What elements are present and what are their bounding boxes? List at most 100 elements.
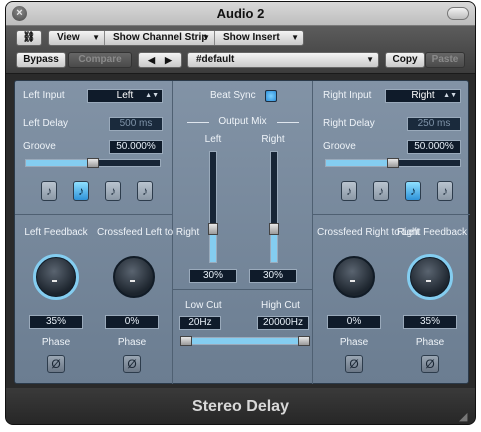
show-channel-strip-menu[interactable]: Show Channel Strip ▼ [105,31,215,45]
previous-preset-button[interactable]: ◀ [148,55,155,65]
left-phase-label: Phase [41,337,71,348]
left-note-button-1[interactable]: ♪ [41,181,57,201]
knob-ring [407,254,453,300]
show-insert-label: Show Insert [223,32,280,43]
right-note-button-2[interactable]: ♪ [373,181,389,201]
high-cut-thumb[interactable] [298,336,310,346]
view-menu[interactable]: View ▼ [49,31,105,45]
right-feedback-label: Right Feedback [397,227,468,238]
right-phase-label: Phase [415,337,445,348]
high-cut-field[interactable]: 20000Hz [257,316,309,330]
slider-thumb[interactable] [387,158,399,168]
output-left-field[interactable]: 30% [189,269,237,283]
slider-fill [26,160,93,166]
right-groove-label: Groove [323,141,356,152]
knob-marker [52,280,57,282]
right-input-value: Right [411,90,435,101]
cut-range-slider[interactable] [180,336,310,346]
knob-marker [350,280,355,282]
plugin-window: × Audio 2 ⛓ View ▼ Show Channel Strip ▼ Sh… [5,1,476,425]
divider [187,122,209,123]
output-right-field[interactable]: 30% [249,269,297,283]
divider [313,214,470,215]
low-cut-thumb[interactable] [180,336,192,346]
right-note-button-3[interactable]: ♪ [405,181,421,201]
toolbar-toggle-button[interactable] [447,7,469,20]
right-note-button-1[interactable]: ♪ [341,181,357,201]
knob-marker [426,280,431,282]
crossfeed-right-phase-label: Phase [339,337,369,348]
output-right-slider[interactable] [269,151,279,263]
left-feedback-field[interactable]: 35% [29,315,83,329]
plugin-toolbar: ⛓ View ▼ Show Channel Strip ▼ Show Insert ▼… [6,26,475,74]
next-preset-button[interactable]: ▶ [165,55,172,65]
left-phase-button[interactable]: Ø [47,355,65,373]
left-groove-slider[interactable] [25,158,161,168]
left-groove-field[interactable]: 50.000% [109,140,163,154]
stereo-delay-panel: Left Input Left ▲▼ Left Delay 500 ms Groo… [14,80,470,384]
preset-menu[interactable]: #default ▼ [187,52,379,68]
slider-fill [326,160,393,166]
right-groove-field[interactable]: 50.000% [407,140,461,154]
crossfeed-left-to-right-knob[interactable] [113,256,155,298]
left-delay-label: Left Delay [23,118,69,129]
chevron-updown-icon: ▲▼ [145,92,159,99]
low-cut-label: Low Cut [185,300,222,311]
view-menu-group: View ▼ Show Channel Strip ▼ Show Insert ▼ [48,30,304,46]
chevron-down-icon: ▼ [366,55,374,64]
crossfeed-right-to-left-knob[interactable] [333,256,375,298]
divider [312,81,313,384]
bypass-button[interactable]: Bypass [16,52,66,68]
show-insert-menu[interactable]: Show Insert ▼ [215,31,303,45]
slider-fill [182,338,308,344]
crossfeed-right-phase-button[interactable]: Ø [345,355,363,373]
right-input-select[interactable]: Right ▲▼ [385,89,461,103]
copy-button[interactable]: Copy [385,52,425,68]
slider-thumb[interactable] [87,158,99,168]
right-note-button-4[interactable]: ♪ [437,181,453,201]
preset-name: #default [196,54,235,65]
left-groove-label: Groove [23,141,56,152]
output-left-slider[interactable] [208,151,218,263]
slider-thumb[interactable] [269,223,279,235]
right-delay-field[interactable]: 250 ms [407,117,461,131]
paste-button[interactable]: Paste [425,52,465,68]
left-note-button-4[interactable]: ♪ [137,181,153,201]
plugin-name: Stereo Delay [192,398,289,415]
crossfeed-left-phase-button[interactable]: Ø [123,355,141,373]
right-groove-slider[interactable] [325,158,461,168]
crossfeed-left-phase-label: Phase [117,337,147,348]
left-input-select[interactable]: Left ▲▼ [87,89,163,103]
chevron-down-icon: ▼ [92,33,100,42]
plugin-footer: Stereo Delay ◢ [6,388,475,424]
title-bar: × Audio 2 [6,2,475,26]
divider [277,122,299,123]
chevron-down-icon: ▼ [202,33,210,42]
left-feedback-knob[interactable] [33,254,79,300]
knob-marker [130,280,135,282]
crossfeed-left-to-right-field[interactable]: 0% [105,315,159,329]
knob-ring [33,254,79,300]
right-delay-label: Right Delay [323,118,375,129]
compare-button[interactable]: Compare [68,52,132,68]
link-button[interactable]: ⛓ [16,30,42,46]
link-icon: ⛓ [22,32,36,43]
beat-sync-checkbox[interactable] [265,90,277,102]
right-feedback-field[interactable]: 35% [403,315,457,329]
left-delay-field[interactable]: 500 ms [109,117,163,131]
left-note-button-2[interactable]: ♪ [73,181,89,201]
divider [173,289,312,290]
crossfeed-right-to-left-field[interactable]: 0% [327,315,381,329]
low-cut-field[interactable]: 20Hz [179,316,221,330]
resize-grip-icon[interactable]: ◢ [459,410,471,423]
right-input-label: Right Input [323,90,372,101]
chevron-down-icon: ▼ [291,33,299,42]
right-phase-button[interactable]: Ø [421,355,439,373]
slider-thumb[interactable] [208,223,218,235]
crossfeed-right-to-left-label: Crossfeed Right to Left [317,227,420,238]
left-input-value: Left [116,90,134,101]
left-note-button-3[interactable]: ♪ [105,181,121,201]
right-feedback-knob[interactable] [407,254,453,300]
divider [15,214,172,215]
crossfeed-left-to-right-label: Crossfeed Left to Right [97,227,200,238]
